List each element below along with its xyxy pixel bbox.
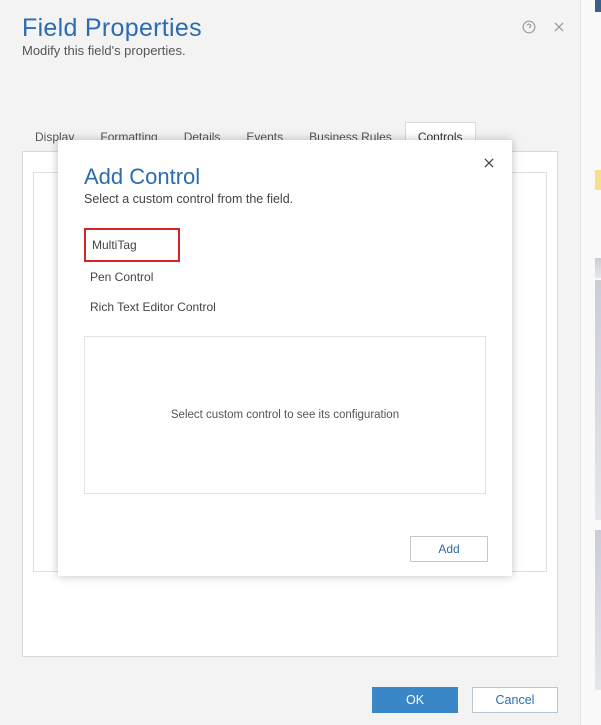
dialog-close-icon[interactable] [482,156,496,175]
control-item-pen[interactable]: Pen Control [84,262,486,292]
add-control-dialog: Add Control Select a custom control from… [58,140,512,576]
control-item-multitag[interactable]: MultiTag [84,228,180,262]
config-preview: Select custom control to see its configu… [84,336,486,494]
right-panel-sliver [580,0,601,725]
dialog-title: Add Control [84,164,486,190]
help-icon[interactable] [522,20,536,39]
config-placeholder-text: Select custom control to see its configu… [171,409,399,421]
panel-footer: OK Cancel [372,687,558,713]
control-item-richtext[interactable]: Rich Text Editor Control [84,292,486,322]
ok-button[interactable]: OK [372,687,458,713]
add-button[interactable]: Add [410,536,488,562]
close-icon[interactable] [552,20,566,39]
dialog-subtitle: Select a custom control from the field. [84,192,486,206]
panel-title: Field Properties [22,14,558,43]
panel-subtitle: Modify this field's properties. [22,43,558,58]
control-list: MultiTag Pen Control Rich Text Editor Co… [84,228,486,322]
cancel-button[interactable]: Cancel [472,687,558,713]
